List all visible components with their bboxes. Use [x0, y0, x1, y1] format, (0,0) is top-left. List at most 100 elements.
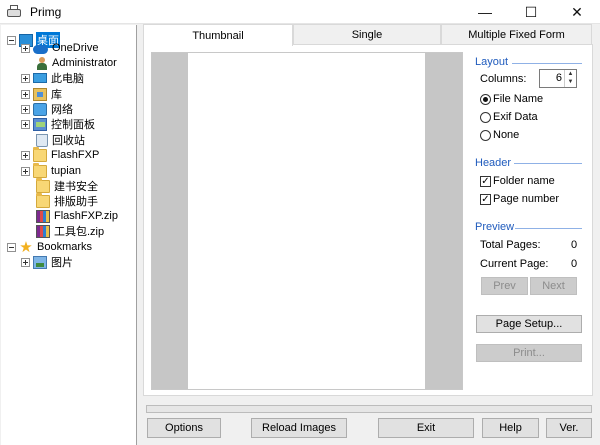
tree-item-tupian[interactable]: tupian [21, 162, 82, 179]
picture-icon [33, 255, 47, 269]
page-number-label[interactable]: Page number [493, 193, 559, 205]
control-panel-icon [33, 117, 47, 131]
total-pages-label: Total Pages: [480, 239, 541, 251]
progress-bar [146, 405, 592, 413]
tree-item-label: FlashFXP [51, 149, 100, 161]
expand-icon[interactable] [21, 43, 30, 53]
header-divider [514, 163, 582, 164]
zip-archive-icon [36, 209, 50, 223]
tree-item-administrator[interactable]: Administrator [33, 55, 118, 71]
cloud-icon [33, 44, 48, 54]
file-name-label[interactable]: File Name [493, 93, 543, 105]
columns-value[interactable]: 6 [556, 72, 562, 84]
folder-tree[interactable]: 桌面 OneDrive Administrator 此电脑 库 网络 控制面板 … [1, 25, 137, 445]
spin-down-icon[interactable]: ▼ [565, 78, 576, 86]
reload-images-button[interactable]: Reload Images [251, 418, 347, 438]
tree-item-label: 工具包.zip [54, 226, 105, 238]
folder-icon [36, 192, 50, 208]
expand-icon[interactable] [21, 150, 30, 160]
exif-data-label[interactable]: Exif Data [493, 111, 538, 123]
page-preview [151, 52, 463, 390]
columns-label: Columns: [480, 73, 527, 85]
library-icon [33, 87, 47, 101]
help-button[interactable]: Help [482, 418, 539, 438]
user-icon [36, 56, 48, 70]
zip-archive-icon [36, 224, 50, 238]
tree-item-folder-4[interactable]: 排版助手 [33, 192, 99, 209]
none-label[interactable]: None [493, 129, 519, 141]
print-button[interactable]: Print... [476, 344, 582, 362]
layout-divider [512, 63, 582, 64]
tree-item-label: 建书安全 [54, 181, 98, 193]
expand-icon[interactable] [21, 73, 30, 83]
exif-data-radio[interactable] [480, 112, 491, 123]
expand-icon[interactable] [21, 166, 30, 176]
star-icon: ★ [19, 238, 33, 256]
tree-item-label: OneDrive [52, 42, 99, 54]
page-number-checkbox[interactable]: ✓ [480, 194, 491, 205]
printer-icon [6, 4, 22, 19]
tab-thumbnail[interactable]: Thumbnail [143, 24, 293, 46]
columns-spinner[interactable]: 6 ▲ ▼ [539, 69, 577, 88]
tree-item-label: tupian [51, 165, 81, 177]
none-radio[interactable] [480, 130, 491, 141]
next-button[interactable]: Next [530, 277, 577, 295]
tree-item-pictures[interactable]: 图片 [21, 254, 74, 270]
total-pages-value: 0 [571, 239, 578, 251]
close-button[interactable]: ✕ [554, 0, 600, 24]
expand-icon[interactable] [21, 89, 30, 99]
tree-item-bookmarks[interactable]: ★ Bookmarks [7, 239, 93, 255]
window-title: Primg [30, 4, 62, 19]
folder-icon [33, 146, 47, 162]
tree-item-flashfxp-zip[interactable]: FlashFXP.zip [33, 208, 119, 224]
tree-item-network[interactable]: 网络 [21, 101, 74, 117]
collapse-icon[interactable] [7, 35, 16, 45]
network-icon [33, 102, 47, 116]
title-bar: Primg — ☐ ✕ [0, 0, 600, 24]
tree-item-label: 控制面板 [51, 119, 95, 131]
tree-item-this-pc[interactable]: 此电脑 [21, 70, 85, 86]
tree-item-control-panel[interactable]: 控制面板 [21, 116, 96, 132]
tree-item-flashfxp[interactable]: FlashFXP [21, 146, 100, 163]
preview-heading: Preview [475, 221, 515, 233]
spin-up-icon[interactable]: ▲ [565, 70, 576, 78]
tab-single[interactable]: Single [293, 24, 441, 44]
collapse-icon[interactable] [7, 242, 16, 252]
tree-item-tools-zip[interactable]: 工具包.zip [33, 223, 105, 239]
preview-margin-right [425, 53, 462, 389]
prev-button[interactable]: Prev [481, 277, 528, 295]
options-button[interactable]: Options [147, 418, 221, 438]
folder-icon [36, 177, 50, 193]
expand-icon[interactable] [21, 104, 30, 114]
tree-item-onedrive-row[interactable]: OneDrive [21, 40, 99, 56]
file-name-radio[interactable] [480, 94, 491, 105]
tree-item-label: 回收站 [52, 135, 85, 147]
folder-icon [33, 162, 47, 178]
version-button[interactable]: Ver. [546, 418, 592, 438]
tree-item-label: 库 [51, 89, 62, 101]
tree-item-label: 此电脑 [51, 73, 84, 85]
maximize-button[interactable]: ☐ [508, 0, 554, 24]
header-heading: Header [475, 157, 512, 169]
tree-item-recycle-bin[interactable]: 回收站 [33, 132, 86, 148]
page-setup-button[interactable]: Page Setup... [476, 315, 582, 333]
computer-icon [33, 73, 47, 83]
tab-multiple-fixed-form[interactable]: Multiple Fixed Form [441, 24, 592, 44]
tree-item-folder-3[interactable]: 建书安全 [33, 177, 99, 194]
layout-heading: Layout [475, 56, 509, 68]
current-page-value: 0 [571, 258, 578, 270]
minimize-button[interactable]: — [462, 0, 508, 24]
expand-icon[interactable] [21, 257, 30, 267]
preview-divider [515, 228, 582, 229]
tree-item-label: 图片 [51, 257, 73, 269]
tree-item-label: 网络 [51, 104, 73, 116]
exit-button[interactable]: Exit [378, 418, 474, 438]
tree-item-library[interactable]: 库 [21, 86, 63, 102]
expand-icon[interactable] [21, 119, 30, 129]
folder-name-checkbox[interactable]: ✓ [480, 176, 491, 187]
folder-name-label[interactable]: Folder name [493, 175, 555, 187]
recycle-bin-icon [36, 133, 48, 147]
tree-item-label: 排版助手 [54, 196, 98, 208]
preview-paper [188, 53, 425, 389]
tree-item-label: FlashFXP.zip [54, 210, 118, 222]
